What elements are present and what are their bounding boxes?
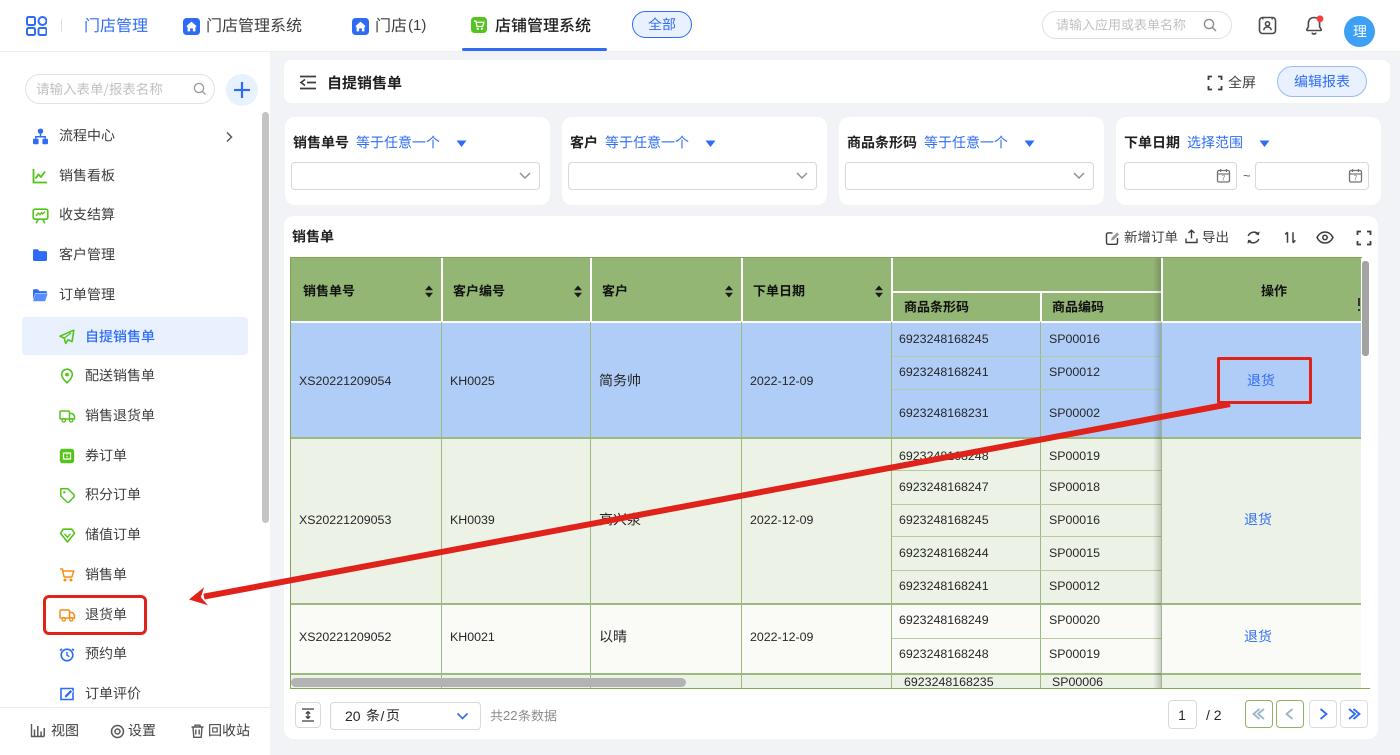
svg-text:7: 7 — [1354, 176, 1358, 183]
svg-text:7: 7 — [1222, 176, 1226, 183]
